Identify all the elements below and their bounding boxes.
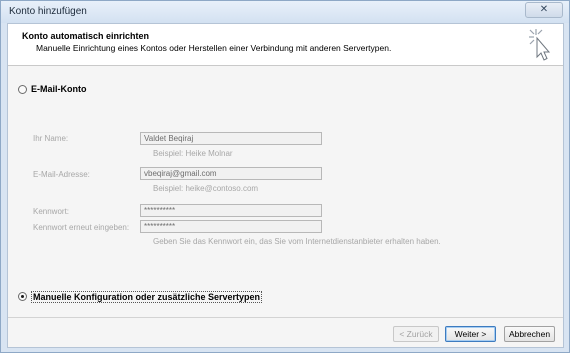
add-account-dialog: Konto hinzufügen ✕ Konto automatisch ein… (0, 0, 570, 353)
footer-divider (8, 317, 563, 318)
email-hint: Beispiel: heike@contoso.com (153, 184, 259, 193)
dialog-body: Konto automatisch einrichten Manuelle Ei… (7, 23, 564, 348)
back-button[interactable]: < Zurück (393, 326, 439, 342)
wizard-cursor-icon (529, 29, 551, 61)
password-field[interactable]: ********** (140, 204, 322, 217)
password-hint: Geben Sie das Kennwort ein, das Sie vom … (153, 237, 441, 246)
manual-config-radio[interactable] (18, 292, 27, 301)
name-hint: Beispiel: Heike Molnar (153, 149, 233, 158)
password-repeat-label: Kennwort erneut eingeben: (33, 223, 130, 232)
title-bar: Konto hinzufügen ✕ (1, 1, 569, 23)
window-title: Konto hinzufügen (9, 6, 87, 17)
password-label: Kennwort: (33, 207, 70, 216)
password-repeat-field[interactable]: ********** (140, 220, 322, 233)
email-field[interactable]: vbeqiraj@gmail.com (140, 167, 322, 180)
email-label: E-Mail-Adresse: (33, 170, 90, 179)
close-button[interactable]: ✕ (525, 2, 563, 18)
name-label: Ihr Name: (33, 134, 69, 143)
name-field[interactable]: Valdet Beqiraj (140, 132, 322, 145)
cancel-button[interactable]: Abbrechen (504, 326, 555, 342)
manual-config-label[interactable]: Manuelle Konfiguration oder zusätzliche … (31, 291, 263, 303)
header-title: Konto automatisch einrichten (22, 31, 150, 41)
wizard-header: Konto automatisch einrichten Manuelle Ei… (8, 24, 563, 66)
email-account-label[interactable]: E-Mail-Konto (31, 84, 87, 94)
header-subtitle: Manuelle Einrichtung eines Kontos oder H… (36, 43, 392, 53)
email-account-radio[interactable] (18, 85, 27, 94)
next-button[interactable]: Weiter > (445, 326, 496, 342)
